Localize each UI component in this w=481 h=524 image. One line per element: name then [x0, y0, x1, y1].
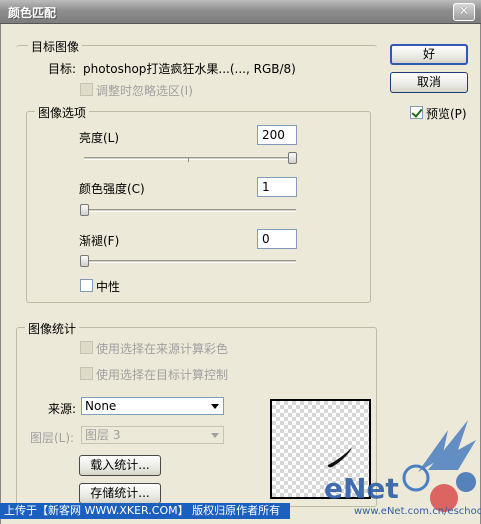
layer-select[interactable]: 图层 3 [81, 426, 224, 444]
use-source-selection-checkbox[interactable] [80, 341, 93, 354]
target-prefix: 目标: [48, 62, 77, 76]
fade-input[interactable]: 0 [257, 229, 297, 249]
layer-select-value: 图层 3 [85, 428, 121, 442]
brightness-slider-track[interactable] [84, 157, 296, 160]
color-intensity-label: 颜色强度(C) [79, 182, 145, 196]
save-statistics-button[interactable]: 存储统计... [79, 483, 161, 504]
fade-slider-track[interactable] [84, 260, 296, 263]
brightness-input[interactable]: 200 [257, 125, 297, 145]
use-target-selection-checkbox[interactable] [80, 367, 93, 380]
target-value: photoshop打造疯狂水果...(..., RGB/8) [83, 62, 296, 76]
image-options-group: 图像选项 [26, 104, 371, 303]
watermark-url: www.eNet.com.cn/eschool [354, 506, 481, 517]
neutralize-label: 中性 [96, 280, 121, 294]
color-intensity-slider-track[interactable] [84, 209, 296, 212]
layer-label: 图层(L): [30, 431, 75, 445]
image-statistics-group-label: 图像统计 [25, 320, 80, 337]
close-icon: ✕ [458, 4, 470, 19]
target-image-group-label: 目标图像 [28, 38, 83, 55]
window-title: 颜色匹配 [8, 6, 57, 20]
brightness-tick [188, 158, 189, 162]
close-button[interactable]: ✕ [453, 3, 475, 21]
ok-button[interactable]: 好 [390, 44, 468, 65]
fade-label: 渐褪(F) [79, 234, 120, 248]
use-source-selection-label: 使用选择在来源计算彩色 [96, 342, 229, 356]
cancel-button[interactable]: 取消 [390, 72, 468, 93]
brightness-label: 亮度(L) [79, 131, 120, 145]
source-select-value: None [85, 399, 117, 413]
use-target-selection-label: 使用选择在目标计算控制 [96, 368, 229, 382]
preview-label: 预览(P) [426, 107, 467, 121]
title-bar: 颜色匹配 ✕ [0, 0, 481, 24]
color-intensity-input[interactable]: 1 [257, 177, 297, 197]
neutralize-checkbox[interactable] [80, 279, 93, 292]
image-options-group-label: 图像选项 [35, 104, 90, 121]
watermark-logo-text: eNet [324, 472, 399, 505]
brightness-slider-thumb[interactable] [288, 152, 297, 164]
chevron-down-icon [211, 404, 219, 409]
enet-watermark-logo: eNet www.eNet.com.cn/eschool [318, 410, 481, 522]
ignore-selection-label: 调整时忽略选区(I) [96, 84, 193, 98]
footer-credit-bar: 上传于【新客网 WWW.XKER.COM】 版权归原作者所有 [0, 503, 290, 519]
color-intensity-slider-thumb[interactable] [80, 204, 89, 216]
chevron-down-icon [211, 433, 219, 438]
source-select[interactable]: None [81, 397, 224, 415]
ignore-selection-checkbox[interactable] [80, 83, 93, 96]
fade-slider-thumb[interactable] [80, 255, 89, 267]
load-statistics-button[interactable]: 载入统计... [79, 455, 161, 476]
source-label: 来源: [48, 402, 77, 416]
preview-checkbox[interactable] [410, 106, 423, 119]
